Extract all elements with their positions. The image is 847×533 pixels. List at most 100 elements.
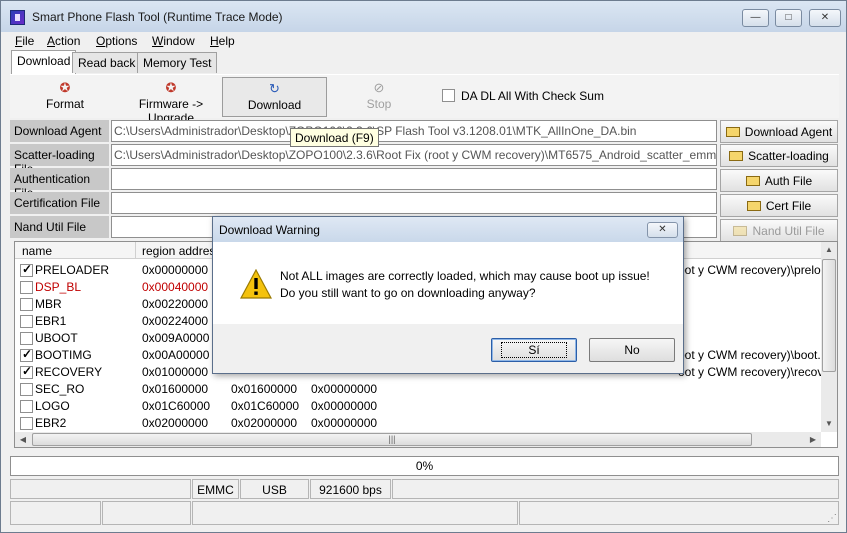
row-checkbox[interactable]	[20, 400, 33, 413]
format-label: Format	[45, 97, 84, 111]
cell-c1: 0x00040000	[142, 280, 209, 294]
dialog-close-button[interactable]: ✕	[647, 222, 678, 238]
cell-c1: 0x00000000	[142, 263, 209, 277]
main-window: Smart Phone Flash Tool (Runtime Trace Mo…	[0, 0, 847, 533]
cell-name: DSP_BL	[35, 280, 82, 294]
dialog-message-line2: Do you still want to go on downloading a…	[280, 286, 536, 300]
stop-label: Stop	[366, 97, 392, 111]
nand-util-file-button-label: Nand Util File	[752, 224, 825, 238]
cell-c3: 0x00000000	[311, 382, 378, 396]
cell-name: MBR	[35, 297, 62, 311]
row-checkbox[interactable]	[20, 347, 33, 362]
stop-icon: ⊘	[373, 80, 385, 95]
tab-download[interactable]: Download	[11, 50, 77, 74]
column-separator	[135, 242, 136, 259]
horizontal-scrollbar[interactable]: ◀ ||| ▶	[15, 432, 821, 447]
no-button[interactable]: No	[589, 338, 675, 362]
progress-bar: 0%	[10, 456, 839, 476]
cell-c2: 0x02000000	[231, 416, 298, 430]
authentication-file-input[interactable]	[111, 168, 717, 190]
warning-icon	[240, 269, 272, 299]
scroll-up-icon[interactable]: ▲	[821, 242, 837, 258]
row-checkbox[interactable]	[20, 262, 33, 277]
download-agent-input[interactable]: C:\Users\Administrador\Desktop\ZOPO100\2…	[111, 120, 717, 142]
cell-name: LOGO	[35, 399, 70, 413]
yes-button-label: Sí	[501, 342, 567, 358]
firmware-upgrade-button[interactable]: ✪ Firmware -> Upgrade	[120, 77, 222, 126]
minimize-button[interactable]: —	[742, 9, 769, 27]
nand-util-file-button[interactable]: Nand Util File	[720, 219, 838, 242]
row-checkbox[interactable]	[20, 383, 33, 396]
scroll-down-icon[interactable]: ▼	[821, 416, 837, 432]
row-checkbox[interactable]	[20, 364, 33, 379]
menu-file[interactable]: File	[15, 34, 34, 48]
status-cell-empty	[519, 501, 839, 525]
folder-icon	[725, 127, 740, 137]
scatter-loading-button[interactable]: Scatter-loading	[720, 144, 838, 167]
dialog-message-line1: Not ALL images are correctly loaded, whi…	[280, 269, 650, 283]
folder-icon	[746, 201, 761, 211]
scatter-loading-input[interactable]: C:\Users\Administrador\Desktop\ZOPO100\2…	[111, 144, 717, 166]
da-checksum-label: DA DL All With Check Sum	[461, 89, 604, 103]
row-checkbox[interactable]	[20, 281, 33, 294]
cell-path: oot y CWM recovery)\boot.im	[678, 348, 834, 362]
app-icon	[10, 10, 25, 25]
cell-name: EBR1	[35, 314, 67, 328]
format-button[interactable]: ✪ Format	[20, 77, 110, 117]
yes-button[interactable]: Sí	[491, 338, 577, 362]
maximize-button[interactable]: □	[775, 9, 802, 27]
download-agent-label: Download Agent	[10, 120, 109, 142]
certification-file-input[interactable]	[111, 192, 717, 214]
column-name-header[interactable]: name	[22, 244, 52, 258]
menu-help[interactable]: Help	[210, 34, 235, 48]
row-checkbox[interactable]	[20, 315, 33, 328]
scroll-right-icon[interactable]: ▶	[805, 432, 821, 447]
horizontal-scroll-thumb[interactable]: |||	[32, 433, 752, 446]
vertical-scroll-thumb[interactable]	[822, 259, 836, 372]
row-checkbox[interactable]	[20, 417, 33, 430]
dialog-title: Download Warning	[213, 217, 683, 242]
scatter-loading-button-label: Scatter-loading	[748, 149, 829, 163]
status-cell-empty	[10, 501, 101, 525]
tab-memory-test[interactable]: Memory Test	[137, 52, 218, 73]
folder-icon	[733, 226, 748, 236]
cell-c1: 0x009A0000	[142, 331, 210, 345]
close-button[interactable]: ✕	[809, 9, 841, 27]
row-checkbox[interactable]	[20, 332, 33, 345]
menu-window[interactable]: Window	[152, 34, 195, 48]
title-bar: Smart Phone Flash Tool (Runtime Trace Mo…	[1, 1, 846, 32]
folder-icon	[745, 176, 760, 186]
column-region-address-header[interactable]: region address	[142, 244, 221, 258]
download-agent-button[interactable]: Download Agent	[720, 120, 838, 143]
nand-util-file-label: Nand Util File	[10, 216, 109, 238]
menu-action[interactable]: Action	[47, 34, 80, 48]
download-warning-dialog: Download Warning ✕ Not ALL images are co…	[212, 216, 684, 374]
cell-c1: 0x01C60000	[142, 399, 211, 413]
cell-name: RECOVERY	[35, 365, 103, 379]
row-checkbox[interactable]	[20, 298, 33, 311]
cell-c1: 0x01600000	[142, 382, 209, 396]
firmware-upgrade-icon: ✪	[165, 80, 177, 95]
download-label: Download	[247, 98, 302, 112]
progress-text: 0%	[415, 459, 434, 473]
da-checksum-checkbox[interactable]: DA DL All With Check Sum	[442, 89, 604, 103]
download-tooltip: Download (F9)	[290, 128, 379, 147]
vertical-scrollbar[interactable]: ▲ ▼	[821, 242, 837, 432]
status-cell-empty	[10, 479, 191, 499]
stop-button[interactable]: ⊘ Stop	[353, 77, 405, 117]
cell-c2: 0x01C60000	[231, 399, 300, 413]
menu-options[interactable]: Options	[96, 34, 137, 48]
list-item[interactable]: EBR2 0x02000000 0x02000000 0x00000000	[15, 415, 821, 432]
status-baud: 921600 bps	[310, 479, 391, 499]
auth-file-button[interactable]: Auth File	[720, 169, 838, 192]
tab-read-back[interactable]: Read back	[72, 52, 142, 73]
cert-file-button[interactable]: Cert File	[720, 194, 838, 217]
status-cell-empty	[102, 501, 191, 525]
cell-name: PRELOADER	[35, 263, 110, 277]
list-item[interactable]: SEC_RO 0x01600000 0x01600000 0x00000000	[15, 381, 821, 398]
list-item[interactable]: LOGO 0x01C60000 0x01C60000 0x00000000	[15, 398, 821, 415]
menu-bar: File Action Options Window Help	[1, 32, 846, 50]
resize-grip-icon[interactable]: ⋰	[827, 513, 841, 527]
download-button[interactable]: ↻ Download	[222, 77, 327, 117]
scroll-left-icon[interactable]: ◀	[15, 432, 31, 447]
